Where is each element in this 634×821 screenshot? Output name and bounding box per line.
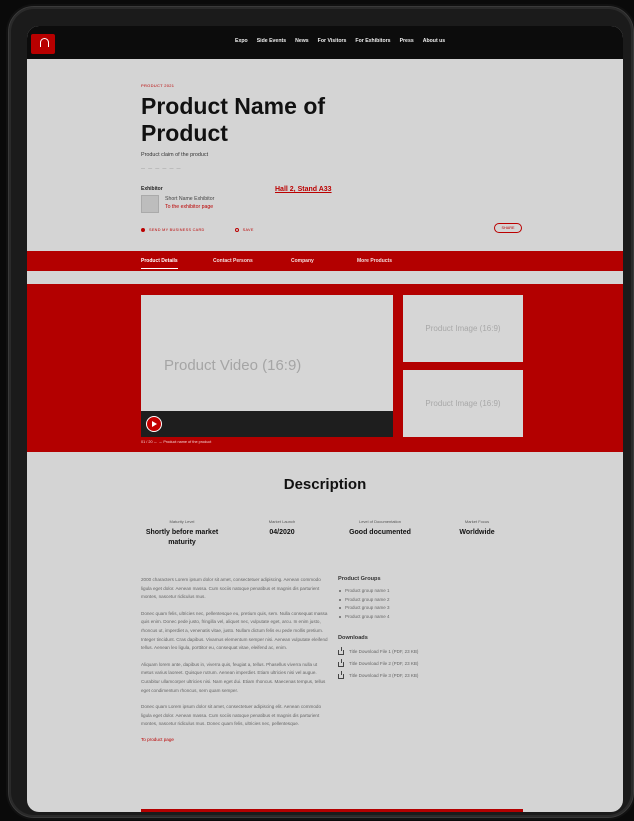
list-item[interactable]: Product group name 2	[338, 596, 508, 605]
tablet-frame: Expo Side Events News For Visitors For E…	[8, 6, 634, 818]
list-item[interactable]: Product group name 3	[338, 604, 508, 613]
footer-accent-strip	[141, 809, 523, 812]
exhibitor-logo	[141, 195, 159, 213]
hall-stand-link[interactable]: Hall 2, Stand A33	[275, 186, 332, 193]
nav-item-for-exhibitors[interactable]: For Exhibitors	[355, 38, 390, 44]
exhibitor-name: Short Name Exhibitor	[165, 196, 215, 202]
video-controls	[141, 411, 393, 437]
exhibitor-page-link[interactable]: To the exhibitor page	[165, 204, 213, 210]
list-item[interactable]: Product group name 1	[338, 587, 508, 596]
product-video[interactable]: Product Video (16:9)	[141, 295, 393, 437]
product-tab-bar: Product Details Contact Persons Company …	[27, 251, 623, 271]
product-eyebrow: Product 2021	[141, 83, 175, 88]
download-icon	[338, 658, 344, 667]
save-label: Save	[242, 228, 254, 232]
bookmark-icon	[234, 228, 239, 232]
card-icon	[141, 228, 145, 232]
download-link[interactable]: Title Download File 2 (PDF, 23 KB)	[338, 658, 508, 670]
download-link[interactable]: Title Download File 1 (PDF, 23 KB)	[338, 646, 508, 658]
nav-item-expo[interactable]: Expo	[235, 38, 248, 44]
media-gallery: Product Video (16:9) Product Image (16:9…	[27, 284, 623, 452]
nav-item-news[interactable]: News	[295, 38, 309, 44]
download-label: Title Download File 3 (PDF, 23 KB)	[349, 673, 419, 679]
business-card-label: Send my business card	[149, 228, 205, 232]
page-title: Product Name of Product	[141, 93, 326, 146]
stat-market-focus: Market Focus Worldwide	[432, 519, 522, 538]
description-body: 2000 characters Lorem ipsum dolor sit am…	[141, 576, 329, 742]
description-heading: Description	[283, 476, 367, 493]
video-placeholder-label: Product Video (16:9)	[164, 357, 302, 374]
download-link[interactable]: Title Download File 3 (PDF, 23 KB)	[338, 670, 508, 682]
download-icon	[338, 670, 344, 679]
play-icon[interactable]	[146, 416, 162, 432]
tab-product-details[interactable]: Product Details	[141, 258, 178, 269]
product-groups-heading: Product Groups	[338, 576, 381, 582]
stat-value: Good documented	[349, 529, 411, 536]
download-label: Title Download File 2 (PDF, 23 KB)	[349, 661, 419, 667]
divider-dashes: — — — — — —	[141, 165, 182, 170]
image-placeholder-label: Product Image (16:9)	[425, 399, 501, 408]
stat-documentation: Level of Documentation Good documented	[335, 519, 425, 538]
main-nav: Expo Side Events News For Visitors For E…	[235, 38, 445, 44]
description-paragraph: Donec quam felis, ultricies nec, pellent…	[141, 610, 328, 651]
exhibitor-label: Exhibitor	[141, 186, 163, 192]
stat-label: Level of Documentation	[358, 519, 402, 524]
image-placeholder-label: Product Image (16:9)	[425, 324, 501, 333]
stat-label: Market Launch	[268, 519, 296, 524]
list-item[interactable]: Product group name 4	[338, 613, 508, 622]
stat-value: Worldwide	[459, 529, 495, 536]
description-paragraph: Aliquam lorem ante, dapibus in, viverra …	[141, 661, 326, 693]
description-paragraph: 2000 characters Lorem ipsum dolor sit am…	[141, 577, 321, 600]
stat-maturity-level: Maturity Level Shortly before market mat…	[137, 519, 227, 548]
tab-contact-persons[interactable]: Contact Persons	[213, 258, 253, 264]
stat-value: 04/2020	[269, 529, 295, 536]
product-claim: Product claim of the product	[141, 152, 209, 158]
product-image-1[interactable]: Product Image (16:9)	[403, 295, 523, 362]
product-page-link[interactable]: To product page	[141, 737, 329, 742]
business-card-button[interactable]: Send my business card	[141, 228, 205, 232]
downloads-heading: Downloads	[338, 635, 368, 642]
gallery-caption[interactable]: 01 / 20 ← → Product name of the product	[141, 440, 211, 444]
share-button[interactable]: Share	[494, 223, 522, 233]
stat-label: Market Focus	[464, 519, 490, 524]
nav-item-for-visitors[interactable]: For Visitors	[318, 38, 347, 44]
stat-market-launch: Market Launch 04/2020	[237, 519, 327, 538]
browser-viewport: Expo Side Events News For Visitors For E…	[27, 26, 623, 812]
nav-item-press[interactable]: Press	[400, 38, 414, 44]
download-label: Title Download File 1 (PDF, 23 KB)	[349, 649, 419, 655]
tab-more-products[interactable]: More Products	[357, 258, 392, 264]
nav-item-about-us[interactable]: About us	[423, 38, 445, 44]
product-image-2[interactable]: Product Image (16:9)	[403, 370, 523, 437]
tab-company[interactable]: Company	[291, 258, 314, 264]
site-logo[interactable]	[31, 34, 55, 54]
save-button[interactable]: Save	[234, 228, 254, 232]
download-icon	[338, 646, 344, 655]
nav-item-side-events[interactable]: Side Events	[257, 38, 286, 44]
sidebar-info: Product Groups Product group name 1 Prod…	[338, 576, 508, 682]
stat-value: Shortly before market maturity	[145, 529, 219, 546]
description-paragraph: Donec quam Lorem ipsum dolor sit amet, c…	[141, 704, 322, 727]
top-navigation-bar: Expo Side Events News For Visitors For E…	[27, 26, 623, 59]
stat-label: Maturity Level	[169, 519, 195, 524]
action-row: Send my business card Save	[141, 228, 254, 232]
